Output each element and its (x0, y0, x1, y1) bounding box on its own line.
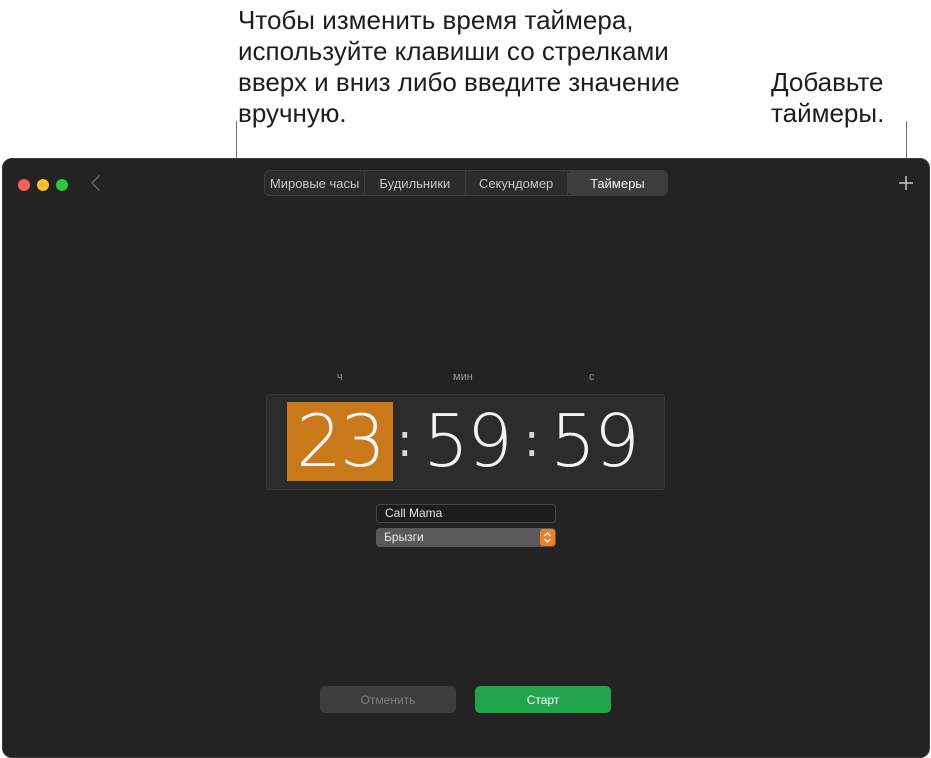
minimize-window-button[interactable] (37, 179, 49, 191)
time-separator: : (397, 413, 413, 467)
sound-popup-button[interactable]: Брызги (376, 528, 556, 547)
hours-unit-label: ч (337, 371, 343, 383)
cancel-button[interactable]: Отменить (320, 686, 456, 713)
start-button[interactable]: Старт (475, 686, 611, 713)
chevron-left-icon[interactable] (89, 173, 103, 193)
sound-popup-value: Брызги (384, 530, 424, 544)
annotation-add-timers: Добавьте таймеры. (771, 67, 885, 128)
tab-bar: Мировые часы Будильники Секундомер Тайме… (264, 170, 668, 196)
zoom-window-button[interactable] (56, 179, 68, 191)
minutes-field[interactable]: 59 (413, 402, 521, 481)
updown-chevron-icon (540, 529, 555, 546)
tab-stopwatch[interactable]: Секундомер (466, 171, 568, 195)
time-separator: : (524, 413, 540, 467)
seconds-unit-label: с (589, 371, 595, 383)
tab-timers[interactable]: Таймеры (567, 171, 667, 195)
seconds-field[interactable]: 59 (540, 402, 648, 481)
annotation-edit-time: Чтобы изменить время таймера, используйт… (238, 5, 680, 128)
tab-alarms[interactable]: Будильники (365, 171, 466, 195)
minutes-unit-label: мин (453, 371, 473, 383)
hours-field[interactable]: 23 (287, 402, 393, 481)
timer-duration-picker: 23 : 59 : 59 (266, 394, 665, 490)
plus-icon[interactable] (898, 175, 914, 191)
timer-label-input[interactable]: Call Mama (376, 504, 556, 523)
clock-app-window: Мировые часы Будильники Секундомер Тайме… (2, 158, 930, 758)
tab-world-clock[interactable]: Мировые часы (265, 171, 366, 195)
close-window-button[interactable] (18, 179, 30, 191)
